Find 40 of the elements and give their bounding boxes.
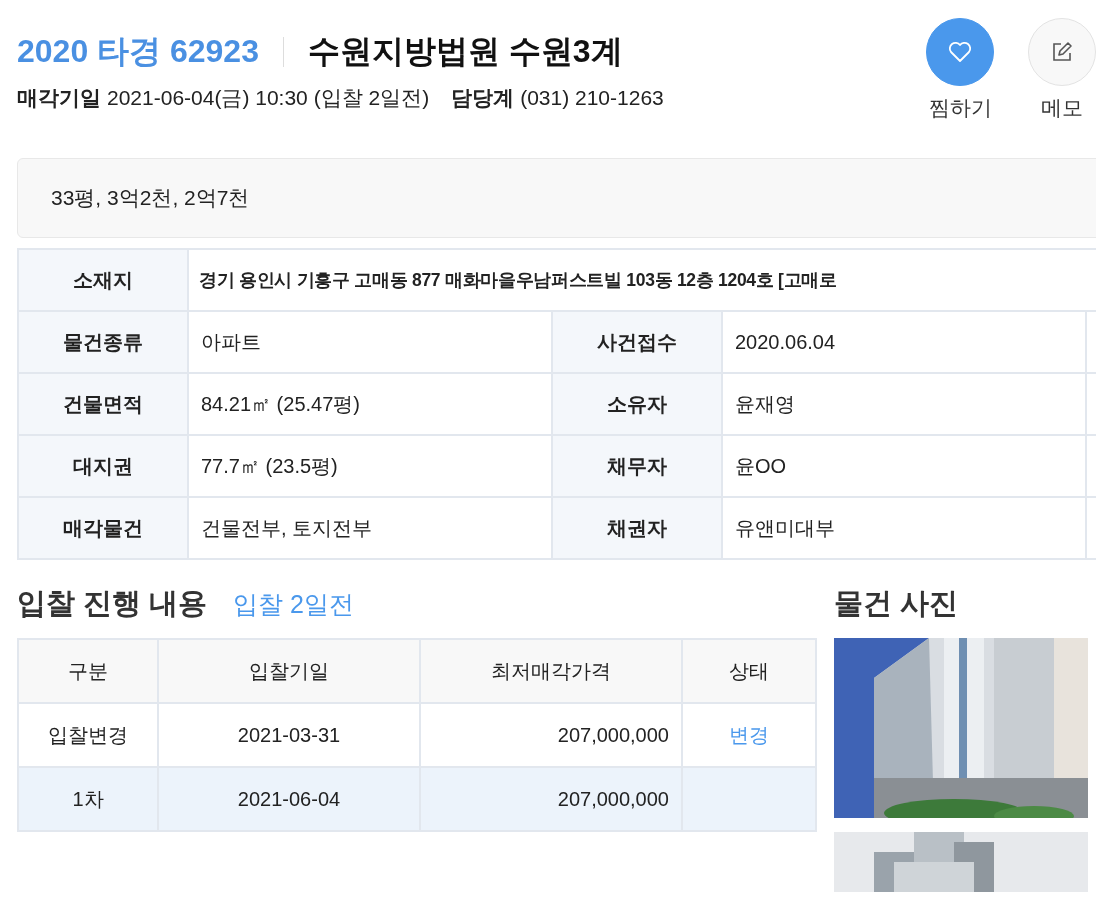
table-header-cell: 물건종류 bbox=[18, 311, 188, 373]
table-cell: 유앤미대부 bbox=[722, 497, 1086, 559]
table-cell: 1차 bbox=[18, 767, 158, 831]
sale-date: 2021-06-04(금) 10:30 (입찰 2일전) bbox=[107, 86, 430, 109]
table-header-cell: 채무자 bbox=[552, 435, 722, 497]
status-text: 변경 bbox=[729, 723, 769, 746]
dept-label: 담당계 bbox=[451, 86, 515, 109]
table-cell: 2020.06.04 bbox=[722, 311, 1086, 373]
table-header-cell: 소재지 bbox=[18, 249, 188, 311]
table-header-cell: 사건접수 bbox=[552, 311, 722, 373]
table-cell: 77.7㎡ (23.5평) bbox=[188, 435, 552, 497]
table-cell: 84.21㎡ (25.47평) bbox=[188, 373, 552, 435]
action-label: 메모 bbox=[1041, 95, 1083, 121]
table-cell: 건물전부, 토지전부 bbox=[188, 497, 552, 559]
table-header-cell: 매각물건 bbox=[18, 497, 188, 559]
table-header-cell: 채권자 bbox=[552, 497, 722, 559]
edit-icon bbox=[1050, 40, 1074, 64]
address-cell: 경기 용인시 기흥구 고매동 877 매화마을우남퍼스트빌 103동 12층 1204호 [고매로 bbox=[188, 249, 1096, 311]
summary-text: 33평, 3억2천, 2억7천 bbox=[51, 185, 250, 211]
section-title: 입찰 진행 내용 bbox=[17, 586, 208, 621]
bid-countdown: 입찰 2일전 bbox=[233, 589, 354, 620]
table-cell: 윤OO bbox=[722, 435, 1086, 497]
table-header-cell: 대지권 bbox=[18, 435, 188, 497]
column-header: 입찰기일 bbox=[158, 639, 420, 703]
table-cell: 207,000,000 bbox=[420, 767, 682, 831]
table-cell: 2021-06-04 bbox=[158, 767, 420, 831]
table-header-cell: 소유자 bbox=[552, 373, 722, 435]
section-title: 물건 사진 bbox=[834, 586, 960, 621]
table-cell: 윤재영 bbox=[722, 373, 1086, 435]
column-header: 상태 bbox=[682, 639, 816, 703]
dept-phone: (031) 210-1263 bbox=[520, 86, 664, 109]
column-header: 구분 bbox=[18, 639, 158, 703]
sale-date-label: 매각기일 bbox=[17, 86, 101, 109]
case-number: 2020 타경 62923 bbox=[17, 32, 259, 71]
heart-icon bbox=[948, 41, 972, 63]
table-cell: 아파트 bbox=[188, 311, 552, 373]
column-header: 최저매각가격 bbox=[420, 639, 682, 703]
action-label: 찜하기 bbox=[928, 95, 992, 121]
table-header-cell: 건물면적 bbox=[18, 373, 188, 435]
court-name: 수원지방법원 수원3계 bbox=[307, 32, 623, 71]
